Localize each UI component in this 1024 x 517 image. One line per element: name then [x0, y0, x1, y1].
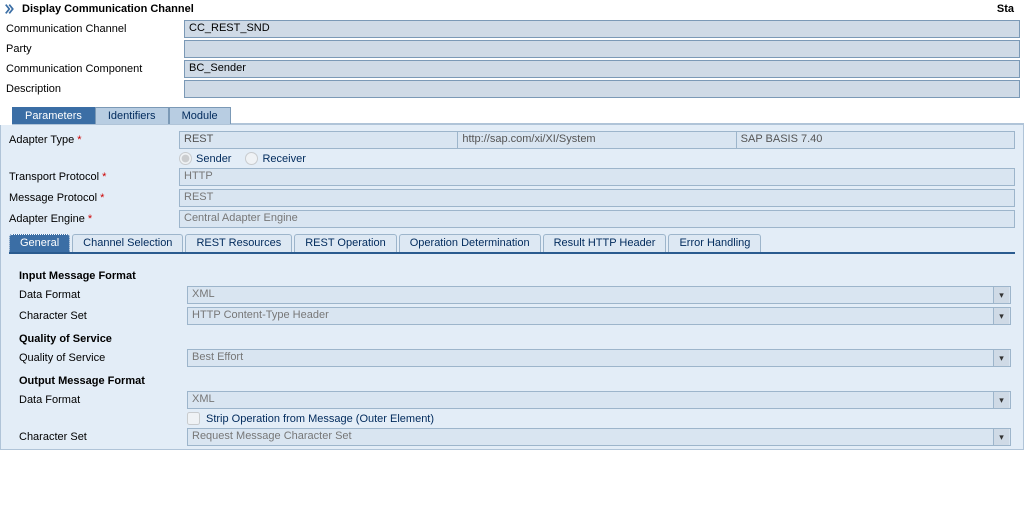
field-adapter-type-namespace: http://sap.com/xi/XI/System: [457, 131, 735, 149]
dropdown-input-data-format[interactable]: XML ▾: [187, 286, 1011, 304]
chevron-down-icon: ▾: [993, 308, 1009, 324]
field-transport-protocol: HTTP: [179, 168, 1015, 186]
main-tabstrip: Parameters Identifiers Module: [12, 106, 1024, 125]
radio-receiver[interactable]: Receiver: [245, 152, 305, 165]
label-transport-protocol: Transport Protocol *: [9, 171, 179, 183]
subtab-general[interactable]: General: [9, 234, 70, 252]
field-comm-component: BC_Sender: [184, 60, 1020, 78]
dropdown-output-data-format[interactable]: XML ▾: [187, 391, 1011, 409]
field-adapter-engine: Central Adapter Engine: [179, 210, 1015, 228]
label-comm-channel: Communication Channel: [4, 23, 184, 35]
field-adapter-type-swcv: SAP BASIS 7.40: [736, 131, 1015, 149]
title-bar: Display Communication Channel Sta: [0, 0, 1024, 18]
subtab-channel-selection[interactable]: Channel Selection: [72, 234, 183, 252]
subtab-operation-determination[interactable]: Operation Determination: [399, 234, 541, 252]
section-quality-of-service: Quality of Service: [19, 333, 1011, 345]
label-input-charset: Character Set: [19, 310, 187, 322]
direction-radio-group: Sender Receiver: [179, 152, 306, 165]
label-strip-operation: Strip Operation from Message (Outer Elem…: [206, 413, 434, 425]
label-message-protocol: Message Protocol *: [9, 192, 179, 204]
chevron-down-icon: ▾: [993, 287, 1009, 303]
parameters-panel: Adapter Type * REST http://sap.com/xi/XI…: [0, 125, 1024, 450]
label-comm-component: Communication Component: [4, 63, 184, 75]
dropdown-qos[interactable]: Best Effort ▾: [187, 349, 1011, 367]
field-comm-channel: CC_REST_SND: [184, 20, 1020, 38]
label-output-data-format: Data Format: [19, 394, 187, 406]
label-adapter-type: Adapter Type *: [9, 134, 179, 146]
subtab-rest-resources[interactable]: REST Resources: [185, 234, 292, 252]
section-input-message-format: Input Message Format: [19, 270, 1011, 282]
field-party: [184, 40, 1020, 58]
chevron-down-icon: ▾: [993, 429, 1009, 445]
label-description: Description: [4, 83, 184, 95]
field-adapter-type-name: REST: [179, 131, 457, 149]
checkbox-strip-operation[interactable]: Strip Operation from Message (Outer Elem…: [13, 412, 1011, 425]
channel-icon: [4, 2, 18, 16]
page-title: Display Communication Channel: [22, 3, 194, 15]
tab-identifiers[interactable]: Identifiers: [95, 107, 169, 124]
tab-module[interactable]: Module: [169, 107, 231, 124]
tab-parameters[interactable]: Parameters: [12, 107, 95, 124]
subtab-result-http-header[interactable]: Result HTTP Header: [543, 234, 667, 252]
dropdown-input-charset[interactable]: HTTP Content-Type Header ▾: [187, 307, 1011, 325]
subtab-rest-operation[interactable]: REST Operation: [294, 234, 397, 252]
section-output-message-format: Output Message Format: [19, 375, 1011, 387]
sub-tabstrip: General Channel Selection REST Resources…: [9, 234, 1015, 254]
chevron-down-icon: ▾: [993, 350, 1009, 366]
dropdown-output-charset[interactable]: Request Message Character Set ▾: [187, 428, 1011, 446]
subtab-error-handling[interactable]: Error Handling: [668, 234, 761, 252]
field-description: [184, 80, 1020, 98]
label-qos: Quality of Service: [19, 352, 187, 364]
adapter-type-fields: REST http://sap.com/xi/XI/System SAP BAS…: [179, 131, 1015, 149]
header-form: Communication Channel CC_REST_SND Party …: [0, 20, 1024, 98]
label-adapter-engine: Adapter Engine *: [9, 213, 179, 225]
label-output-charset: Character Set: [19, 431, 187, 443]
field-message-protocol: REST: [179, 189, 1015, 207]
label-input-data-format: Data Format: [19, 289, 187, 301]
status-text: Sta: [997, 3, 1020, 15]
general-panel: Input Message Format Data Format XML ▾ C…: [9, 254, 1015, 446]
label-party: Party: [4, 43, 184, 55]
chevron-down-icon: ▾: [993, 392, 1009, 408]
radio-sender[interactable]: Sender: [179, 152, 231, 165]
